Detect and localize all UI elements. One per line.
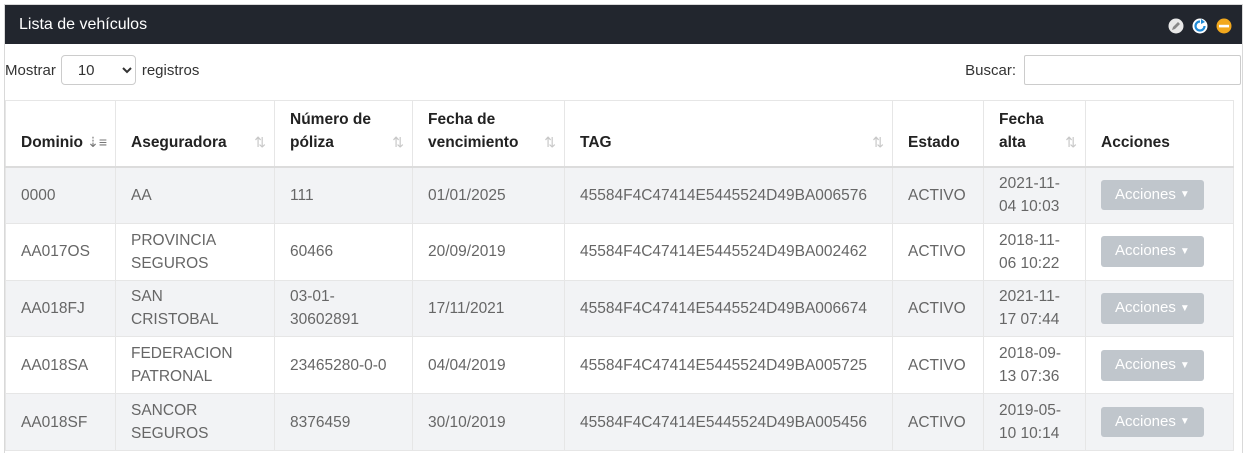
panel-title: Lista de vehículos [19,16,148,33]
cell-tag: 45584F4C47414E5445524D49BA006674 [564,279,893,338]
cell-poliza: 03-01- 30602891 [274,279,413,338]
cell-acciones: Acciones ▼ [1085,222,1234,281]
cell-acciones: Acciones ▼ [1085,279,1234,338]
caret-down-icon: ▼ [1179,245,1190,257]
acciones-button[interactable]: Acciones ▼ [1101,179,1204,211]
col-poliza[interactable]: Número de póliza ⇅ [274,100,413,168]
cell-dominio: 0000 [5,166,116,224]
cell-fecha-alta: 2021-11- 17 07:44 [983,279,1086,338]
search-label: Buscar: [965,61,1016,79]
cell-tag: 45584F4C47414E5445524D49BA005456 [564,393,893,451]
cell-aseguradora: SAN CRISTOBAL [115,279,275,338]
caret-down-icon: ▼ [1179,302,1190,314]
sort-icon: ⇅ [254,133,266,150]
cell-acciones: Acciones ▼ [1085,166,1234,224]
sort-amount-down-icon: ⇣≡ [87,133,107,150]
cell-acciones: Acciones ▼ [1085,336,1234,395]
show-label: Mostrar [5,61,56,79]
acciones-button[interactable]: Acciones ▼ [1101,406,1204,438]
cell-vencimiento: 01/01/2025 [412,166,565,224]
cell-estado: ACTIVO [892,279,984,338]
cell-estado: ACTIVO [892,222,984,281]
search-input[interactable] [1024,55,1241,85]
search-control: Buscar: [965,55,1241,85]
col-acciones: Acciones [1085,100,1234,168]
page-size-select[interactable]: 10 [60,55,136,85]
cell-vencimiento: 30/10/2019 [412,393,565,451]
vehicles-table: Dominio ⇣≡ Aseguradora ⇅ Número de póliza ⇅ … [5,100,1234,451]
panel-header: Lista de vehículos [5,5,1242,44]
panel-tools [1168,18,1232,34]
cell-dominio: AA018SF [5,393,116,451]
collapse-icon[interactable] [1216,18,1232,34]
cell-tag: 45584F4C47414E5445524D49BA002462 [564,222,893,281]
cell-aseguradora: FEDERACION PATRONAL [115,336,275,395]
cell-tag: 45584F4C47414E5445524D49BA005725 [564,336,893,395]
cell-aseguradora: AA [115,166,275,224]
table-row: AA018SF SANCOR SEGUROS 8376459 30/10/2019… [5,393,1234,451]
cell-aseguradora: SANCOR SEGUROS [115,393,275,451]
vehicles-table-wrapper: Dominio ⇣≡ Aseguradora ⇅ Número de póliza ⇅ … [5,100,1234,451]
acciones-button[interactable]: Acciones ▼ [1101,293,1204,324]
cell-aseguradora: PROVINCIA SEGUROS [115,222,275,281]
acciones-button[interactable]: Acciones ▼ [1101,350,1204,381]
table-row: 0000 AA 111 01/01/2025 45584F4C47414E544… [5,166,1234,224]
table-row: AA018FJ SAN CRISTOBAL 03-01- 30602891 17/1… [5,279,1234,338]
caret-down-icon: ▼ [1179,189,1190,201]
sort-icon: ⇅ [544,133,556,150]
cell-poliza: 23465280-0-0 [274,336,413,395]
sort-icon: ⇅ [872,133,884,150]
cell-acciones: Acciones ▼ [1085,393,1234,451]
cell-tag: 45584F4C47414E5445524D49BA006576 [564,166,893,224]
col-dominio[interactable]: Dominio ⇣≡ [5,100,116,168]
sort-icon: ⇅ [392,133,404,150]
acciones-button[interactable]: Acciones ▼ [1101,236,1204,267]
col-fecha-alta[interactable]: Fecha alta ⇅ [983,100,1086,168]
cell-fecha-alta: 2018-09- 13 07:36 [983,336,1086,395]
cell-poliza: 8376459 [274,393,413,451]
cell-vencimiento: 04/04/2019 [412,336,565,395]
cell-fecha-alta: 2018-11- 06 10:22 [983,222,1086,281]
cell-poliza: 111 [274,166,413,224]
col-aseguradora[interactable]: Aseguradora ⇅ [115,100,275,168]
cell-vencimiento: 17/11/2021 [412,279,565,338]
cell-dominio: AA017OS [5,222,116,281]
cell-fecha-alta: 2019-05- 10 10:14 [983,393,1086,451]
table-row: AA018SA FEDERACION PATRONAL 23465280-0-0 … [5,336,1234,395]
cell-fecha-alta: 2021-11- 04 10:03 [983,166,1086,224]
cell-poliza: 60466 [274,222,413,281]
sort-icon: ⇅ [1065,133,1077,150]
table-row: AA017OS PROVINCIA SEGUROS 60466 20/09/201… [5,222,1234,281]
caret-down-icon: ▼ [1179,359,1190,371]
page-length-control: Mostrar 10 registros [5,55,199,85]
table-header-row: Dominio ⇣≡ Aseguradora ⇅ Número de póliza ⇅ … [5,100,1234,168]
cell-dominio: AA018FJ [5,279,116,338]
cell-dominio: AA018SA [5,336,116,395]
records-label: registros [141,61,200,79]
cell-estado: ACTIVO [892,393,984,451]
col-vencimiento[interactable]: Fecha de vencimiento ⇅ [412,100,565,168]
col-estado: Estado [892,100,984,168]
col-tag[interactable]: TAG ⇅ [564,100,893,168]
cell-estado: ACTIVO [892,166,984,224]
refresh-icon[interactable] [1192,18,1208,34]
edit-icon[interactable] [1168,18,1184,34]
cell-estado: ACTIVO [892,336,984,395]
caret-down-icon: ▼ [1179,416,1190,428]
cell-vencimiento: 20/09/2019 [412,222,565,281]
